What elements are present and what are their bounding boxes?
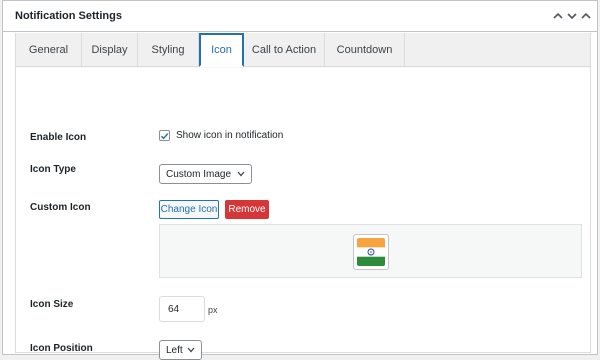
icon-tab-content: Enable Icon Show icon in notification Ic… bbox=[16, 68, 590, 360]
icon-type-label: Icon Type bbox=[30, 164, 76, 175]
icon-preview-area bbox=[159, 224, 582, 278]
tab-bar: General Display Styling Icon Call to Act… bbox=[16, 33, 590, 67]
tab-countdown[interactable]: Countdown bbox=[325, 33, 405, 67]
icon-type-value: Custom Image bbox=[166, 168, 232, 180]
custom-icon-label: Custom Icon bbox=[30, 202, 91, 213]
panel-title: Notification Settings bbox=[15, 10, 122, 22]
tab-display[interactable]: Display bbox=[82, 33, 138, 67]
move-up-icon[interactable] bbox=[551, 9, 565, 23]
icon-size-input[interactable]: 64 bbox=[159, 296, 205, 322]
icon-preview-frame bbox=[353, 234, 389, 270]
tab-call-to-action[interactable]: Call to Action bbox=[244, 33, 325, 67]
tab-general[interactable]: General bbox=[16, 33, 82, 67]
enable-icon-checkbox-text[interactable]: Show icon in notification bbox=[176, 130, 283, 141]
settings-container: General Display Styling Icon Call to Act… bbox=[15, 33, 591, 360]
icon-position-label: Icon Position bbox=[30, 343, 93, 354]
tab-icon[interactable]: Icon bbox=[199, 33, 244, 67]
change-icon-button[interactable]: Change Icon bbox=[159, 200, 219, 219]
remove-icon-button[interactable]: Remove bbox=[225, 200, 269, 219]
chevron-down-icon bbox=[187, 347, 195, 353]
enable-icon-label: Enable Icon bbox=[30, 132, 87, 143]
chevron-down-icon bbox=[237, 171, 245, 177]
icon-size-label: Icon Size bbox=[30, 299, 74, 310]
india-flag-icon bbox=[357, 238, 385, 266]
checkmark-icon bbox=[160, 132, 169, 139]
icon-size-unit: px bbox=[208, 305, 218, 315]
tab-styling[interactable]: Styling bbox=[138, 33, 199, 67]
notification-settings-panel: Notification Settings General Display St… bbox=[2, 0, 598, 360]
toggle-panel-icon[interactable] bbox=[579, 9, 593, 23]
enable-icon-checkbox[interactable] bbox=[159, 130, 170, 141]
move-down-icon[interactable] bbox=[565, 9, 579, 23]
icon-position-value: Left bbox=[166, 344, 183, 356]
icon-position-select[interactable]: Left bbox=[159, 340, 202, 360]
icon-type-select[interactable]: Custom Image bbox=[159, 164, 252, 184]
panel-header: Notification Settings bbox=[3, 1, 597, 32]
